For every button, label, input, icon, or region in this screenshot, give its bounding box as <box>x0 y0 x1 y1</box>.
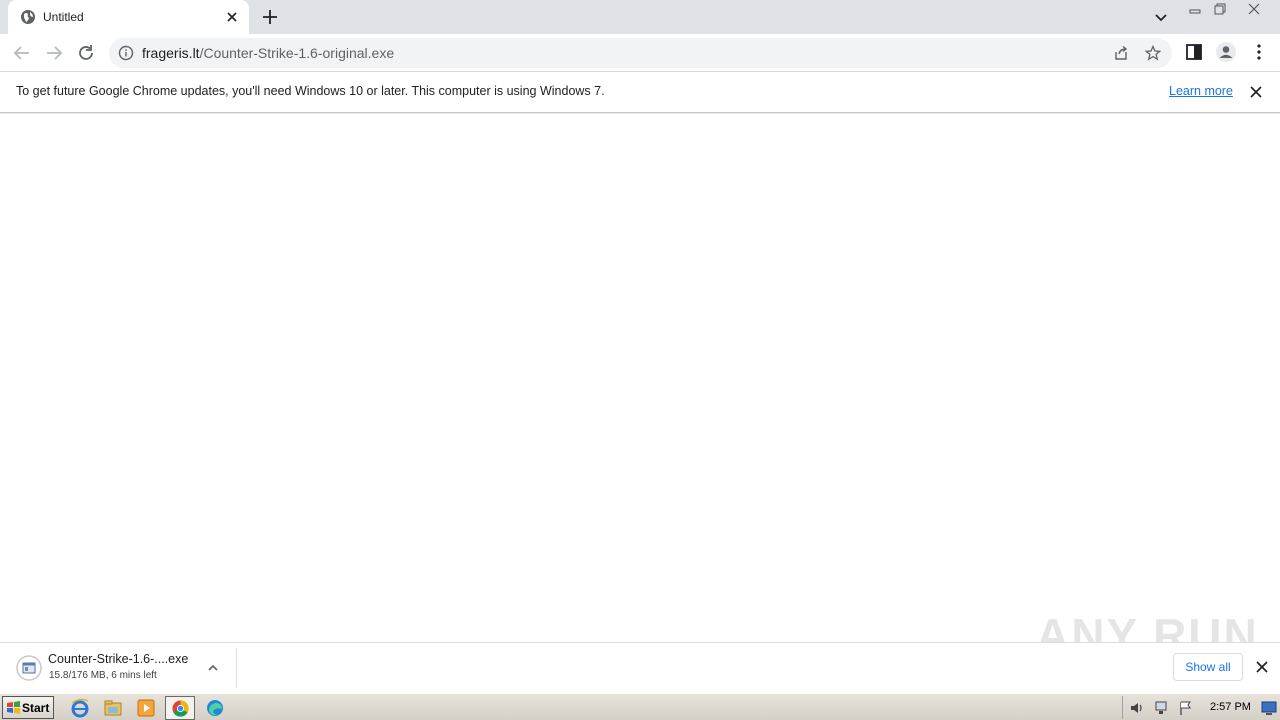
system-tray: 2:57 PM <box>1122 696 1278 719</box>
minimize-icon[interactable] <box>1184 1 1206 17</box>
update-infobar: To get future Google Chrome updates, you… <box>0 72 1280 113</box>
media-player-icon[interactable] <box>135 697 157 719</box>
download-filename: Counter-Strike-1.6-....exe <box>48 652 189 666</box>
bookmark-star-icon[interactable] <box>1145 45 1161 61</box>
site-info-icon[interactable] <box>118 45 134 61</box>
more-menu-icon[interactable] <box>1249 42 1269 62</box>
start-label: Start <box>22 701 50 715</box>
close-tab-icon[interactable] <box>224 9 240 25</box>
internet-explorer-icon[interactable] <box>69 697 91 719</box>
side-panel-icon[interactable] <box>1184 42 1204 62</box>
chevron-up-icon[interactable] <box>206 661 220 675</box>
profile-avatar-icon[interactable] <box>1215 41 1237 63</box>
forward-icon[interactable] <box>43 42 65 64</box>
shelf-divider <box>236 649 237 687</box>
chevron-down-icon[interactable] <box>1152 8 1170 26</box>
url-domain: frageris.lt <box>142 45 200 61</box>
url-path: /Counter-Strike-1.6-original.exe <box>199 45 395 61</box>
globe-icon <box>21 10 35 24</box>
share-icon[interactable] <box>1113 45 1129 61</box>
infobar-message: To get future Google Chrome updates, you… <box>16 84 605 98</box>
window-close-icon[interactable] <box>1243 1 1265 17</box>
back-icon[interactable] <box>11 42 33 64</box>
tab-untitled[interactable]: Untitled <box>8 0 249 34</box>
tab-strip: Untitled <box>0 0 1280 34</box>
close-icon[interactable] <box>1248 84 1264 100</box>
file-explorer-icon[interactable] <box>102 697 124 719</box>
windows-taskbar: Start 2:57 PM <box>0 693 1280 720</box>
tab-title: Untitled <box>43 10 84 24</box>
exe-file-icon <box>16 655 42 681</box>
action-center-flag-icon[interactable] <box>1178 700 1194 716</box>
volume-icon[interactable] <box>1129 700 1145 716</box>
address-bar[interactable]: frageris.lt/Counter-Strike-1.6-original.… <box>109 38 1172 68</box>
learn-more-link[interactable]: Learn more <box>1169 84 1233 98</box>
chrome-icon <box>172 700 189 717</box>
download-item[interactable]: Counter-Strike-1.6-....exe 15.8/176 MB, … <box>8 649 228 689</box>
browser-toolbar: frageris.lt/Counter-Strike-1.6-original.… <box>0 34 1280 72</box>
edge-icon[interactable] <box>204 697 226 719</box>
network-icon[interactable] <box>1153 700 1169 716</box>
restore-icon[interactable] <box>1209 1 1231 17</box>
taskbar-clock[interactable]: 2:57 PM <box>1210 701 1251 713</box>
close-shelf-icon[interactable] <box>1254 659 1270 675</box>
windows-flag-icon <box>7 701 20 714</box>
show-desktop-icon[interactable] <box>1260 699 1278 717</box>
download-status: 15.8/176 MB, 6 mins left <box>49 670 157 681</box>
show-all-button[interactable]: Show all <box>1173 653 1243 681</box>
chrome-taskbar-button[interactable] <box>165 696 195 720</box>
page-content <box>0 114 1280 642</box>
download-shelf: Counter-Strike-1.6-....exe 15.8/176 MB, … <box>0 642 1280 693</box>
reload-icon[interactable] <box>75 42 97 64</box>
start-button[interactable]: Start <box>2 696 54 719</box>
url-text: frageris.lt/Counter-Strike-1.6-original.… <box>142 45 394 61</box>
new-tab-icon[interactable] <box>260 7 280 27</box>
